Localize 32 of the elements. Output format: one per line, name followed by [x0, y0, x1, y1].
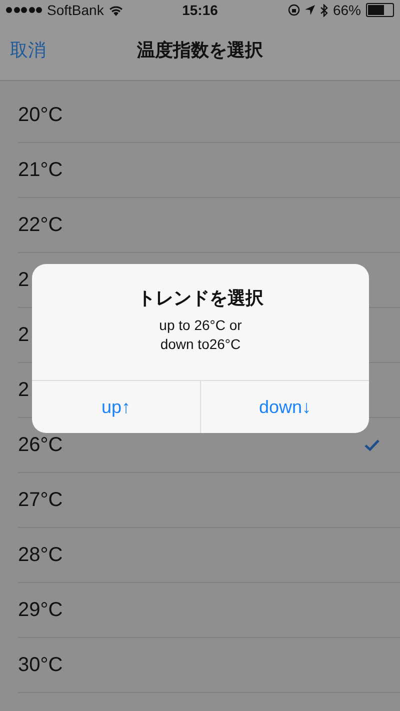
alert-button[interactable]: down↓	[200, 381, 369, 433]
list-row[interactable]: 29°C	[18, 583, 400, 638]
carrier-name: SoftBank	[47, 2, 104, 18]
bluetooth-icon	[320, 4, 328, 16]
row-label: 26°C	[18, 434, 63, 456]
signal-icon	[6, 7, 42, 13]
alert-title: トレンドを選択	[138, 287, 264, 310]
row-label: 2	[18, 268, 30, 292]
list-row[interactable]: 30°C	[18, 638, 400, 693]
battery-icon	[366, 3, 394, 17]
list-row[interactable]: 22°C	[18, 198, 400, 253]
list-row[interactable]: 27°C	[18, 473, 400, 528]
list-row[interactable]: 20°C	[18, 88, 400, 143]
list-row[interactable]: 21°C	[18, 143, 400, 198]
row-label: 27°C	[18, 488, 63, 512]
row-label: 30°C	[18, 654, 63, 676]
wifi-icon	[108, 4, 123, 16]
row-label: 28°C	[18, 544, 63, 566]
location-arrow-icon	[304, 5, 315, 15]
checkmark-icon	[364, 439, 380, 451]
list-row[interactable]: 28°C	[18, 528, 400, 583]
rotation-lock-icon	[288, 4, 300, 16]
row-label: 2	[18, 378, 30, 402]
row-label: 21°C	[18, 158, 63, 182]
row-label: 22°C	[18, 214, 63, 236]
row-label: 2	[18, 324, 30, 346]
clock-time: 15:16	[182, 2, 218, 18]
alert-message: up to 26°C or down to26°C	[159, 316, 242, 354]
row-label: 29°C	[18, 598, 63, 622]
battery-percent: 66%	[332, 2, 361, 18]
nav-title: 温度指数を選択	[137, 39, 263, 62]
row-label: 20°C	[18, 104, 63, 126]
